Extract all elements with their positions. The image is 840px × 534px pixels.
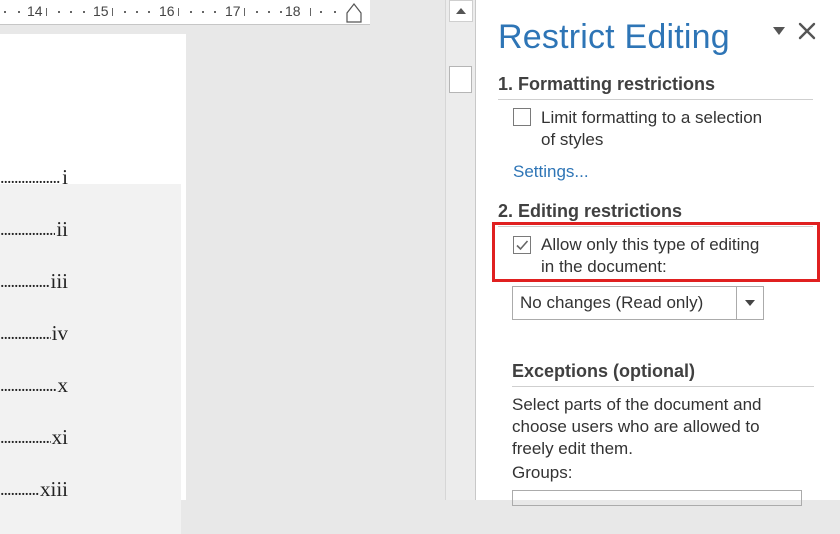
ruler-number: 16 [159, 3, 175, 19]
toc-page-number: xiii [39, 477, 68, 501]
dropdown-selected-value: No changes (Read only) [520, 293, 704, 312]
allow-editing-label[interactable]: Allow only this type of editing in the d… [541, 234, 759, 278]
toc-entry[interactable]: ................. x [0, 366, 68, 396]
restrict-editing-pane: Restrict Editing 1. Formatting restricti… [475, 0, 840, 506]
exceptions-description: Select parts of the document and choose … [512, 395, 762, 458]
close-icon[interactable] [798, 22, 816, 40]
document-area: 14 15 16 17 18 ................. i .....… [0, 0, 445, 534]
scrollbar-thumb[interactable] [449, 66, 472, 93]
ruler-number: 17 [225, 3, 241, 19]
toc-entry[interactable]: ................. xiii [0, 470, 68, 500]
dropdown-button[interactable] [736, 287, 763, 319]
horizontal-ruler[interactable]: 14 15 16 17 18 [0, 0, 370, 25]
ruler-number: 14 [27, 3, 43, 19]
groups-list[interactable] [512, 490, 802, 506]
pane-title: Restrict Editing [498, 18, 730, 56]
groups-label: Groups: [512, 463, 573, 482]
toc-entry[interactable]: ................. xi [0, 418, 68, 448]
toc-entry[interactable]: ................. iv [0, 314, 68, 344]
toc-entry[interactable]: ................. i [0, 158, 68, 188]
exceptions-heading: Exceptions (optional) [512, 361, 814, 387]
toc-page-number: xi [51, 425, 68, 449]
toc-page-number: x [57, 373, 69, 397]
limit-formatting-checkbox[interactable] [513, 108, 531, 126]
pane-options-button[interactable] [772, 26, 786, 36]
triangle-down-icon [745, 300, 755, 306]
settings-link[interactable]: Settings... [513, 162, 589, 182]
editing-type-dropdown[interactable]: No changes (Read only) [512, 286, 764, 320]
triangle-up-icon [456, 8, 466, 14]
toc-page-number: i [62, 165, 68, 189]
vertical-scrollbar[interactable] [445, 0, 475, 500]
allow-editing-checkbox[interactable] [513, 236, 531, 254]
ruler-number: 18 [285, 3, 301, 19]
toc-entry[interactable]: ................. ii [0, 210, 68, 240]
formatting-restrictions-heading: 1. Formatting restrictions [498, 74, 813, 100]
limit-formatting-label[interactable]: Limit formatting to a selection of style… [541, 107, 762, 151]
ruler-number: 15 [93, 3, 109, 19]
right-indent-marker[interactable] [346, 3, 362, 23]
scroll-up-button[interactable] [449, 0, 473, 22]
ruler-ticks [4, 8, 336, 16]
toc-page-number: iii [50, 269, 68, 293]
toc-page-number: ii [56, 217, 68, 241]
checkmark-icon [516, 240, 529, 251]
triangle-down-icon [773, 27, 785, 35]
toc-page-number: iv [51, 321, 68, 345]
toc-entry[interactable]: ................. iii [0, 262, 68, 292]
